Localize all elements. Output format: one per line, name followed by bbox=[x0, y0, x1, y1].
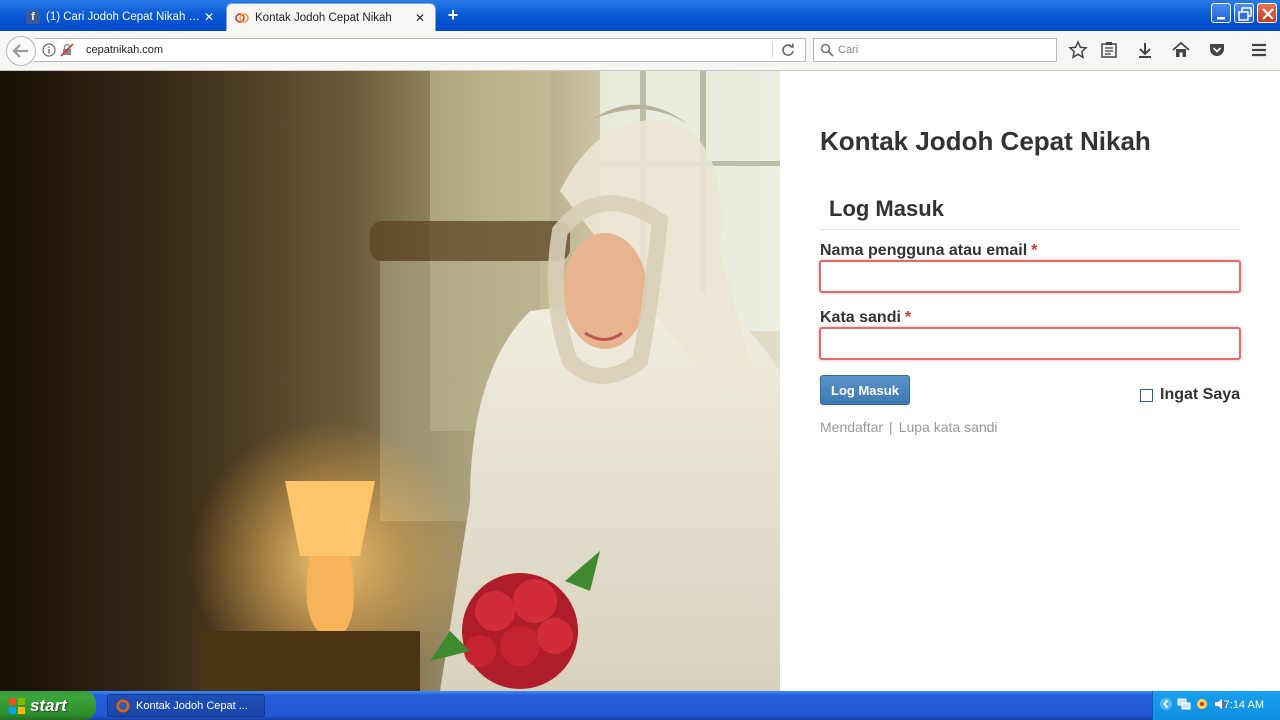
search-icon bbox=[820, 43, 834, 62]
username-label-text: Nama pengguna atau email bbox=[820, 242, 1028, 259]
site-title: Kontak Jodoh Cepat Nikah bbox=[820, 126, 1151, 156]
register-link[interactable]: Mendaftar bbox=[820, 419, 883, 435]
system-tray: 7:14 AM bbox=[1152, 691, 1280, 720]
lost-password-link[interactable]: Lupa kata sandi bbox=[899, 419, 998, 435]
reload-icon[interactable] bbox=[780, 42, 796, 63]
download-icon[interactable] bbox=[1135, 40, 1155, 60]
tray-expand-icon[interactable] bbox=[1159, 697, 1173, 714]
clock: 7:14 AM bbox=[1223, 699, 1264, 711]
pocket-icon[interactable] bbox=[1207, 40, 1227, 60]
bookmark-star-icon[interactable] bbox=[1068, 40, 1088, 60]
login-heading: Log Masuk bbox=[829, 196, 944, 221]
site-favicon-icon bbox=[235, 11, 249, 25]
new-tab-icon[interactable]: + bbox=[444, 6, 462, 24]
back-button[interactable] bbox=[6, 36, 36, 66]
start-label: start bbox=[30, 695, 67, 715]
search-placeholder: Cari bbox=[838, 44, 859, 56]
divider bbox=[820, 229, 1240, 230]
security-icon[interactable] bbox=[1195, 697, 1209, 714]
username-label: Nama pengguna atau email * bbox=[820, 242, 1037, 260]
password-input[interactable] bbox=[819, 327, 1241, 360]
info-icon[interactable] bbox=[42, 43, 56, 62]
required-marker: * bbox=[904, 309, 912, 326]
tab-title: Kontak Jodoh Cepat Nikah bbox=[255, 11, 392, 24]
restore-button[interactable] bbox=[1234, 3, 1254, 23]
taskbar-item-firefox[interactable]: Kontak Jodoh Cepat ... bbox=[107, 694, 265, 717]
reading-list-icon[interactable] bbox=[1099, 40, 1119, 60]
windows-logo-icon bbox=[8, 697, 26, 720]
menu-hamburger-icon[interactable] bbox=[1249, 40, 1269, 60]
minimize-button[interactable] bbox=[1211, 3, 1231, 23]
url-text[interactable]: cepatnikah.com bbox=[86, 44, 163, 56]
tab-close-icon[interactable]: ✕ bbox=[202, 10, 216, 24]
tab-close-icon[interactable]: ✕ bbox=[413, 11, 427, 25]
tab-title: (1) Cari Jodoh Cepat Nikah - ... bbox=[46, 11, 202, 23]
tab-facebook[interactable]: f (1) Cari Jodoh Cepat Nikah - ... ✕ bbox=[18, 3, 224, 31]
tray-icons bbox=[1159, 697, 1227, 714]
remember-label: Ingat Saya bbox=[1160, 386, 1241, 403]
hero-photo bbox=[0, 71, 780, 691]
required-marker: * bbox=[1031, 242, 1038, 259]
start-button[interactable]: start bbox=[0, 691, 96, 720]
taskbar-item-label: Kontak Jodoh Cepat ... bbox=[136, 699, 248, 712]
close-window-button[interactable] bbox=[1257, 3, 1277, 23]
network-icon[interactable] bbox=[1177, 697, 1191, 714]
bride-photo-illustration bbox=[190, 71, 780, 691]
home-icon[interactable] bbox=[1171, 40, 1191, 60]
facebook-icon: f bbox=[26, 10, 40, 24]
login-button[interactable]: Log Masuk bbox=[820, 375, 910, 405]
username-input[interactable] bbox=[819, 260, 1241, 293]
navigation-toolbar: cepatnikah.com Cari bbox=[0, 31, 1280, 71]
firefox-icon bbox=[116, 699, 130, 716]
login-panel: Kontak Jodoh Cepat Nikah Log Masuk Nama … bbox=[780, 71, 1280, 691]
password-label: Kata sandi * bbox=[820, 309, 911, 327]
taskbar: start Kontak Jodoh Cepat ... 7:14 AM bbox=[0, 691, 1280, 720]
insecure-lock-icon[interactable] bbox=[60, 43, 74, 62]
browser-titlebar: f (1) Cari Jodoh Cepat Nikah - ... ✕ Kon… bbox=[0, 0, 1280, 31]
search-bar[interactable]: Cari bbox=[813, 38, 1057, 62]
password-label-text: Kata sandi bbox=[820, 309, 901, 326]
remember-me[interactable]: Ingat Saya bbox=[1140, 386, 1240, 404]
divider bbox=[772, 42, 773, 58]
remember-checkbox[interactable] bbox=[1140, 388, 1153, 402]
url-bar[interactable]: cepatnikah.com bbox=[34, 38, 806, 62]
link-separator: | bbox=[889, 419, 893, 435]
account-links: Mendaftar | Lupa kata sandi bbox=[820, 419, 998, 435]
tab-kontak-jodoh[interactable]: Kontak Jodoh Cepat Nikah ✕ bbox=[226, 3, 436, 31]
